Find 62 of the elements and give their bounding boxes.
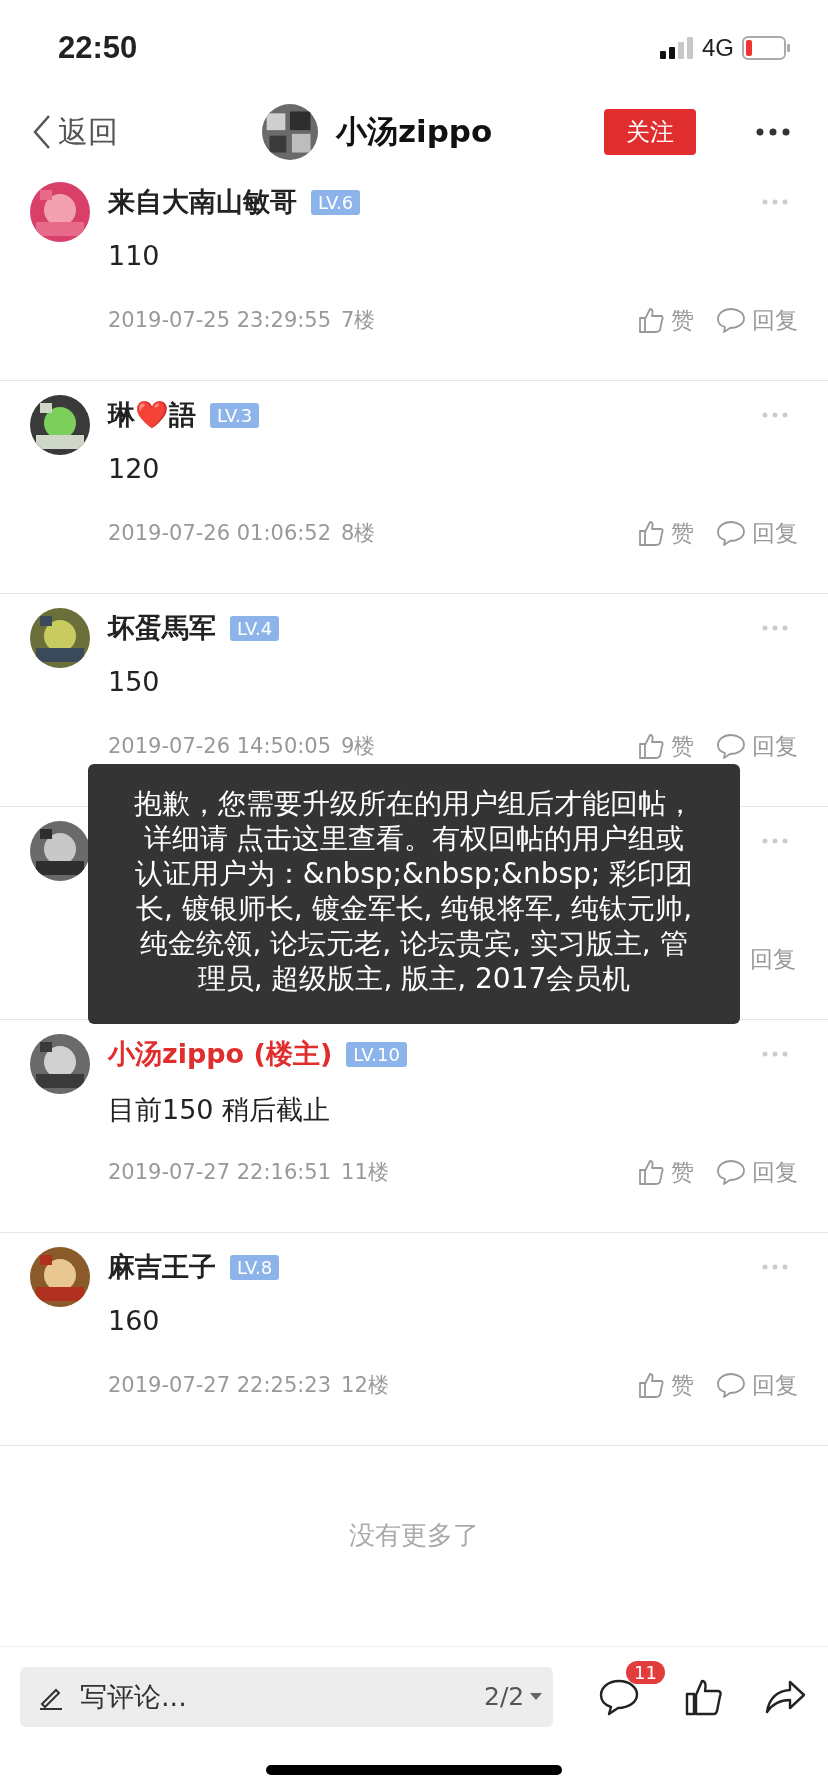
network-label: 4G	[702, 34, 734, 62]
user-name[interactable]: 麻吉王子	[108, 1249, 216, 1285]
end-of-list-note: 没有更多了	[349, 1519, 479, 1552]
back-icon	[32, 114, 52, 150]
count-badge: 11	[626, 1660, 665, 1684]
reply-button[interactable]: 回复	[704, 304, 798, 336]
back-button[interactable]: 返回	[32, 111, 118, 153]
floor-number: 8楼	[341, 520, 376, 547]
page-title: 小汤zippo	[336, 112, 493, 151]
status-time: 22:50	[58, 30, 138, 66]
user-name[interactable]: 琳❤語	[108, 397, 196, 433]
thumbs-up-icon	[637, 306, 665, 334]
speech-bubble-icon	[716, 306, 746, 334]
comment-text: 120	[108, 453, 161, 486]
reply-button[interactable]: 回复	[750, 943, 798, 975]
speech-bubble-icon	[716, 1371, 746, 1399]
thumbs-up-icon	[637, 519, 665, 547]
post-time: 2019-07-27 22:25:23	[108, 1373, 332, 1397]
page-selector[interactable]: 2/2	[478, 1681, 549, 1712]
user-name[interactable]: 来自大南山敏哥	[108, 184, 297, 220]
signal-icon	[660, 37, 694, 59]
comment-field[interactable]: 写评论...	[78, 1680, 382, 1713]
floor-number: 12楼	[341, 1372, 389, 1399]
like-button[interactable]: 赞	[625, 1156, 694, 1188]
reply-button[interactable]: 回复	[704, 517, 798, 549]
reply-button[interactable]: 回复	[704, 1369, 798, 1401]
speech-bubble-icon	[716, 519, 746, 547]
comment-text: 目前150 稍后截止	[108, 1093, 332, 1127]
speech-bubble-icon	[716, 732, 746, 760]
user-name[interactable]: 小汤zippo (楼主)	[108, 1036, 333, 1072]
share-icon[interactable]	[764, 1678, 806, 1715]
speech-bubble-icon	[716, 1158, 746, 1186]
floor-number: 11楼	[341, 1159, 389, 1186]
floor-number: 7楼	[341, 307, 376, 334]
post-time: 2019-07-27 22:16:51	[108, 1160, 332, 1184]
like-button[interactable]: 赞	[625, 730, 694, 762]
reply-button[interactable]: 回复	[704, 1156, 798, 1188]
level-badge: LV.4	[230, 615, 280, 641]
floor-number: 9楼	[341, 733, 376, 760]
caret-icon	[530, 1692, 543, 1701]
level-badge: LV.8	[230, 1254, 280, 1280]
reply-button[interactable]: 回复	[704, 730, 798, 762]
error-toast: 抱歉，您需要升级所在的用户组后才能回帖，详细请 点击这里查看。有权回帖的用户组或认证用户为：&nbsp;&nbsp;&nbsp; 彩印团长, 镀银师长, 镀金军长, 纯银将军, 纯钛元帅, 纯金统领, 论坛元老, 论坛贵宾, 实习版主, 管理员, 超级版主, 版主, 2017会员机	[88, 764, 740, 1024]
like-button[interactable]: 赞	[625, 517, 694, 549]
level-badge: LV.6	[311, 189, 361, 215]
comment-text: 160	[108, 1305, 161, 1338]
user-name[interactable]: 坏蛋馬军	[108, 610, 216, 646]
thumbs-up-icon	[637, 1158, 665, 1186]
post-time: 2019-07-26 01:06:52	[108, 521, 332, 545]
level-badge: LV.10	[346, 1041, 407, 1067]
like-button[interactable]: 赞	[625, 1369, 694, 1401]
follow-button[interactable]: 关注	[604, 109, 696, 155]
comment-text: 150	[108, 666, 161, 699]
thumbs-up-icon	[637, 732, 665, 760]
comment-text: 110	[108, 240, 161, 273]
level-badge: LV.3	[210, 402, 260, 428]
post-time: 2019-07-26 14:50:05	[108, 734, 332, 758]
more-icon[interactable]	[756, 128, 790, 136]
thumbs-up-icon	[637, 1371, 665, 1399]
like-button[interactable]: 赞	[625, 304, 694, 336]
post-time: 2019-07-25 23:29:55	[108, 308, 332, 332]
battery-icon	[742, 36, 790, 60]
